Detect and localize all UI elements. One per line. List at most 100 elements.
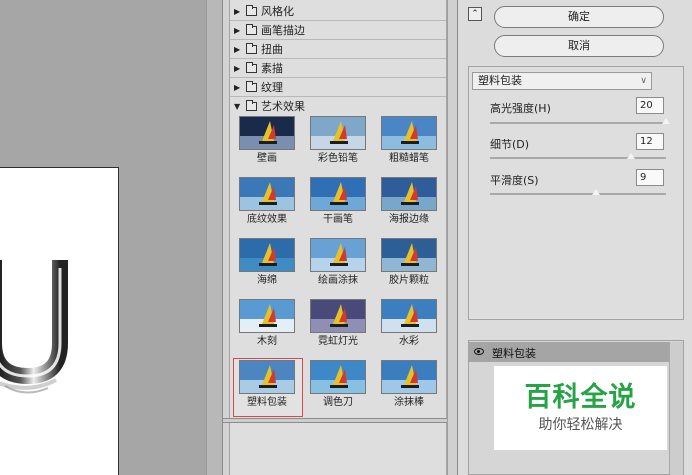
filter-thumbnail[interactable]: 海绵 [234,238,300,288]
smoothness-input[interactable]: 9 [636,169,664,186]
cancel-button[interactable]: 取消 [494,35,664,57]
filter-thumbnail-image [381,360,437,394]
category-label: 纹理 [261,81,283,94]
filter-thumbnail-image [310,299,366,333]
category-texture[interactable]: ▶ 纹理 [234,78,444,96]
category-artistic[interactable]: ▼ 艺术效果 [234,97,444,115]
filter-select-value: 塑料包装 [478,74,522,87]
filter-thumbnail-label: 水彩 [399,336,419,347]
smoothness-slider[interactable] [590,188,601,196]
highlight-strength-track[interactable] [490,122,666,124]
filter-thumbnail-label: 彩色铅笔 [318,153,358,164]
filter-thumbnail-image [310,116,366,150]
gallery-scrollbar[interactable] [447,0,457,475]
filter-list: ▶ 风格化 ▶ 画笔描边 ▶ 扭曲 ▶ 素描 ▶ 纹理 ▼ 艺术效果 壁画 彩色… [229,0,447,475]
filter-thumbnail[interactable]: 底纹效果 [234,177,300,227]
category-label: 扭曲 [261,43,283,56]
filter-thumbnail[interactable]: 调色刀 [305,360,371,410]
watermark-title: 百科全说 [524,382,637,413]
expand-arrow-icon: ▶ [234,25,241,35]
filter-thumbnail[interactable]: 彩色铅笔 [305,116,371,166]
watermark-logo: 百科全说 助你轻松解决 [494,366,667,450]
filter-thumbnail-image [310,360,366,394]
smoothness-label: 平滑度(S) [490,174,539,187]
filter-thumbnail[interactable]: 壁画 [234,116,300,166]
filter-thumbnail-label: 海绵 [257,275,277,286]
preview-pane [0,0,222,475]
watermark-subtitle: 助你轻松解决 [538,417,623,433]
eye-icon[interactable] [474,348,484,355]
filter-thumbnail-label: 调色刀 [323,397,353,408]
filter-thumbnail[interactable]: 绘画涂抹 [305,238,371,288]
filter-thumbnail-image [310,238,366,272]
category-stylize[interactable]: ▶ 风格化 [234,2,444,20]
highlight-strength-input[interactable]: 20 [636,97,664,114]
filter-thumbnail[interactable]: 涂抹棒 [376,360,442,410]
category-brush-strokes[interactable]: ▶ 画笔描边 [234,21,444,39]
filter-thumbnail[interactable]: 塑料包装 [234,360,300,410]
filter-thumbnail-image [239,299,295,333]
filter-thumbnail-label: 绘画涂抹 [318,275,358,286]
filter-thumbnail[interactable]: 胶片颗粒 [376,238,442,288]
plastic-wrap-preview-glyph [0,260,68,394]
filter-thumbnail-label: 塑料包装 [247,397,287,408]
filter-thumbnail-image [381,177,437,211]
filter-thumbnail-label: 干画笔 [323,214,353,225]
folder-icon [246,42,257,54]
expand-arrow-icon: ▶ [234,63,241,73]
category-label: 素描 [261,62,283,75]
filter-thumbnail-label: 壁画 [257,153,277,164]
preview-scrollbar[interactable] [206,0,222,475]
filter-thumbnail-image [381,238,437,272]
filter-thumbnail-image [239,116,295,150]
category-distort[interactable]: ▶ 扭曲 [234,40,444,58]
filter-thumbnail-image [239,238,295,272]
highlight-strength-label: 高光强度(H) [490,102,551,115]
category-label: 风格化 [261,5,294,18]
filter-thumbnail-label: 底纹效果 [247,214,287,225]
detail-slider[interactable] [625,152,636,160]
filter-thumbnail-image [381,299,437,333]
detail-track[interactable] [490,157,666,159]
category-label: 艺术效果 [261,100,305,113]
layers-scrollbar[interactable] [669,342,683,475]
smoothness-track[interactable] [490,193,666,195]
detail-input[interactable]: 12 [636,133,664,150]
filter-thumbnail-image [239,177,295,211]
filter-thumbnail-label: 霓虹灯光 [318,336,358,347]
filter-select[interactable]: 塑料包装 ∨ [472,72,652,90]
filter-thumbnail[interactable]: 霓虹灯光 [305,299,371,349]
highlight-strength-slider[interactable] [661,117,671,125]
category-sketch[interactable]: ▶ 素描 [234,59,444,77]
filter-thumbnail-label: 海报边缘 [389,214,429,225]
preview-canvas[interactable] [0,167,119,475]
collapse-arrow-icon: ▼ [234,101,241,111]
folder-icon [246,23,257,35]
filter-thumbnail-image [239,360,295,394]
filter-thumbnail[interactable]: 干画笔 [305,177,371,227]
ok-button[interactable]: 确定 [494,6,664,28]
gallery-divider [223,418,458,423]
expand-arrow-icon: ▶ [234,44,241,54]
folder-icon [246,4,257,16]
chevron-up-icon: ⌃ [471,9,479,19]
collapse-gallery-button[interactable]: ⌃ [468,7,482,21]
filter-thumbnail[interactable]: 海报边缘 [376,177,442,227]
expand-arrow-icon: ▶ [234,82,241,92]
expand-arrow-icon: ▶ [234,6,241,16]
filter-thumbnail[interactable]: 水彩 [376,299,442,349]
filter-thumbnail[interactable]: 木刻 [234,299,300,349]
folder-icon [246,61,257,73]
chevron-down-icon: ∨ [640,76,647,86]
filter-thumbnail[interactable]: 粗糙蜡笔 [376,116,442,166]
filter-thumbnail-image [381,116,437,150]
filter-thumbnail-label: 胶片颗粒 [389,275,429,286]
filter-thumbnail-label: 涂抹棒 [394,397,424,408]
filter-thumbnail-label: 粗糙蜡笔 [389,153,429,164]
effect-layer-label: 塑料包装 [492,347,536,360]
filter-gallery: ▶ 风格化 ▶ 画笔描边 ▶ 扭曲 ▶ 素描 ▶ 纹理 ▼ 艺术效果 壁画 彩色… [222,0,458,475]
filter-thumbnail-image [310,177,366,211]
filter-thumbnail-label: 木刻 [257,336,277,347]
folder-icon [246,80,257,92]
category-label: 画笔描边 [261,24,305,37]
